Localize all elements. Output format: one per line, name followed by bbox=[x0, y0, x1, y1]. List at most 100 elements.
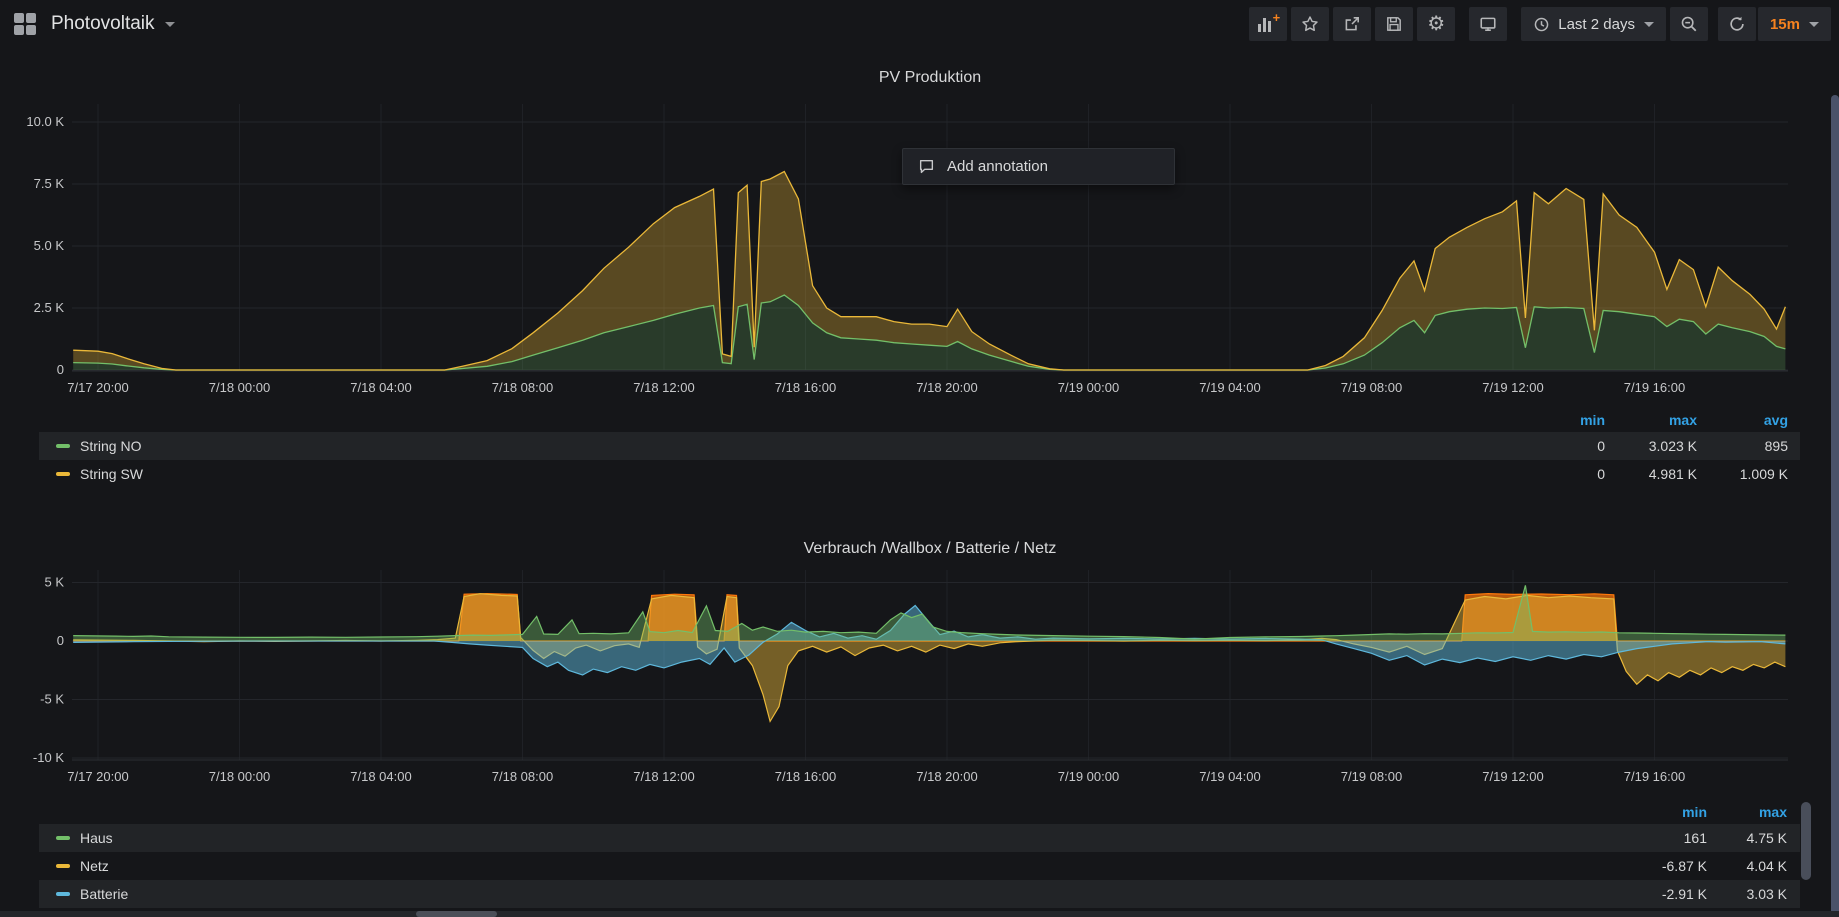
grafana-dashboard: Photovoltaik + bbox=[0, 0, 1839, 917]
star-button[interactable] bbox=[1291, 7, 1329, 41]
legend-row-batterie[interactable]: Batterie -2.91 K 3.03 K bbox=[39, 880, 1800, 908]
svg-text:7/19 04:00: 7/19 04:00 bbox=[1199, 380, 1260, 395]
horizontal-scrollbar[interactable] bbox=[0, 911, 1839, 917]
svg-text:7/18 04:00: 7/18 04:00 bbox=[350, 380, 411, 395]
legend-header-row: min max bbox=[39, 800, 1800, 824]
refresh-icon bbox=[1728, 15, 1746, 33]
legend-row-string-sw[interactable]: String SW 0 4.981 K 1.009 K bbox=[39, 460, 1800, 488]
svg-text:7/19 16:00: 7/19 16:00 bbox=[1624, 380, 1685, 395]
refresh-button[interactable] bbox=[1718, 7, 1756, 41]
navbar: Photovoltaik + bbox=[0, 0, 1839, 48]
panel1-title[interactable]: PV Produktion bbox=[30, 69, 1830, 87]
svg-text:-5 K: -5 K bbox=[40, 692, 64, 707]
svg-text:7/17 20:00: 7/17 20:00 bbox=[67, 380, 128, 395]
svg-text:5.0 K: 5.0 K bbox=[34, 238, 65, 253]
legend-header-max[interactable]: max bbox=[1707, 804, 1787, 820]
clock-icon bbox=[1533, 16, 1550, 33]
refresh-interval-label: 15m bbox=[1770, 16, 1800, 33]
zoom-out-icon bbox=[1680, 15, 1698, 33]
cycle-view-button[interactable] bbox=[1469, 7, 1507, 41]
legend-scrollbar[interactable] bbox=[1801, 802, 1811, 880]
navbar-actions: + ⚙ bbox=[1245, 7, 1831, 41]
legend-header-max[interactable]: max bbox=[1605, 412, 1697, 428]
gear-icon: ⚙ bbox=[1427, 14, 1445, 34]
series-label[interactable]: Netz bbox=[80, 858, 109, 874]
svg-text:7/18 00:00: 7/18 00:00 bbox=[209, 380, 270, 395]
tv-icon bbox=[1479, 15, 1497, 33]
svg-text:7/17 20:00: 7/17 20:00 bbox=[67, 769, 128, 784]
svg-text:-10 K: -10 K bbox=[33, 750, 64, 765]
series-max-value: 4.04 K bbox=[1707, 858, 1787, 874]
comment-bubble-icon bbox=[918, 158, 935, 175]
legend-header-min[interactable]: min bbox=[1505, 412, 1605, 428]
svg-text:7/18 04:00: 7/18 04:00 bbox=[350, 769, 411, 784]
legend-row-netz[interactable]: Netz -6.87 K 4.04 K bbox=[39, 852, 1800, 880]
legend-row-haus[interactable]: Haus 161 4.75 K bbox=[39, 824, 1800, 852]
dashboard-picker[interactable]: Photovoltaik bbox=[14, 13, 175, 35]
dashboard-grid-icon bbox=[14, 13, 36, 35]
series-color-swatch bbox=[56, 472, 70, 476]
series-avg-value: 1.009 K bbox=[1697, 466, 1788, 482]
svg-text:7/19 08:00: 7/19 08:00 bbox=[1341, 769, 1402, 784]
series-label[interactable]: String NO bbox=[80, 438, 141, 454]
legend-header-avg[interactable]: avg bbox=[1697, 412, 1788, 428]
series-color-swatch bbox=[56, 444, 70, 448]
chevron-down-icon bbox=[165, 22, 175, 27]
save-icon bbox=[1385, 15, 1403, 33]
svg-text:7/18 08:00: 7/18 08:00 bbox=[492, 769, 553, 784]
verbrauch-chart[interactable]: 7/17 20:007/18 00:007/18 04:007/18 08:00… bbox=[0, 558, 1839, 803]
page-scrollbar[interactable] bbox=[1831, 95, 1839, 917]
svg-text:7/19 12:00: 7/19 12:00 bbox=[1482, 380, 1543, 395]
dashboard-title[interactable]: Photovoltaik bbox=[51, 13, 155, 35]
horizontal-scrollbar-thumb[interactable] bbox=[416, 911, 497, 917]
panel2-legend: min max Haus 161 4.75 K Netz -6.87 K 4.0… bbox=[39, 800, 1800, 908]
svg-text:7/19 00:00: 7/19 00:00 bbox=[1058, 769, 1119, 784]
svg-text:7/18 16:00: 7/18 16:00 bbox=[775, 769, 836, 784]
chevron-down-icon bbox=[1644, 22, 1654, 27]
series-avg-value: 895 bbox=[1697, 438, 1788, 454]
add-panel-button[interactable]: + bbox=[1249, 7, 1287, 41]
svg-text:5 K: 5 K bbox=[44, 575, 64, 590]
panel1-legend: min max avg String NO 0 3.023 K 895 Stri… bbox=[39, 408, 1800, 488]
refresh-interval-picker[interactable]: 15m bbox=[1758, 7, 1831, 41]
add-annotation-popup[interactable]: Add annotation bbox=[902, 148, 1175, 185]
add-annotation-label: Add annotation bbox=[947, 158, 1048, 175]
svg-text:10.0 K: 10.0 K bbox=[26, 114, 64, 129]
svg-text:7/18 20:00: 7/18 20:00 bbox=[916, 380, 977, 395]
series-min-value: 0 bbox=[1505, 466, 1605, 482]
zoom-out-button[interactable] bbox=[1670, 7, 1708, 41]
svg-text:7/18 08:00: 7/18 08:00 bbox=[492, 380, 553, 395]
pv-produktion-chart[interactable]: 7/17 20:00 7/18 00:00 7/18 04:00 7/18 08:00… bbox=[0, 96, 1839, 418]
panel2-title[interactable]: Verbrauch /Wallbox / Batterie / Netz bbox=[30, 540, 1830, 558]
legend-header-min[interactable]: min bbox=[1607, 804, 1707, 820]
svg-text:7.5 K: 7.5 K bbox=[34, 176, 65, 191]
legend-row-string-no[interactable]: String NO 0 3.023 K 895 bbox=[39, 432, 1800, 460]
series-max-value: 3.03 K bbox=[1707, 886, 1787, 902]
star-icon bbox=[1301, 15, 1319, 33]
time-range-picker[interactable]: Last 2 days bbox=[1521, 7, 1666, 41]
svg-text:7/18 20:00: 7/18 20:00 bbox=[916, 769, 977, 784]
series-color-swatch bbox=[56, 892, 70, 896]
series-min-value: -2.91 K bbox=[1607, 886, 1707, 902]
series-min-value: 0 bbox=[1505, 438, 1605, 454]
svg-text:0: 0 bbox=[57, 362, 64, 377]
svg-text:7/19 12:00: 7/19 12:00 bbox=[1482, 769, 1543, 784]
svg-text:7/19 04:00: 7/19 04:00 bbox=[1199, 769, 1260, 784]
series-color-swatch bbox=[56, 864, 70, 868]
series-label[interactable]: Haus bbox=[80, 830, 113, 846]
svg-text:7/19 00:00: 7/19 00:00 bbox=[1058, 380, 1119, 395]
save-button[interactable] bbox=[1375, 7, 1413, 41]
settings-button[interactable]: ⚙ bbox=[1417, 7, 1455, 41]
series-max-value: 4.981 K bbox=[1605, 466, 1697, 482]
svg-text:2.5 K: 2.5 K bbox=[34, 300, 65, 315]
series-max-value: 3.023 K bbox=[1605, 438, 1697, 454]
svg-text:7/18 12:00: 7/18 12:00 bbox=[633, 380, 694, 395]
share-button[interactable] bbox=[1333, 7, 1371, 41]
svg-text:7/18 16:00: 7/18 16:00 bbox=[775, 380, 836, 395]
series-max-value: 4.75 K bbox=[1707, 830, 1787, 846]
series-label[interactable]: String SW bbox=[80, 466, 143, 482]
add-panel-icon: + bbox=[1258, 16, 1278, 32]
series-label[interactable]: Batterie bbox=[80, 886, 128, 902]
series-min-value: -6.87 K bbox=[1607, 858, 1707, 874]
svg-text:7/19 16:00: 7/19 16:00 bbox=[1624, 769, 1685, 784]
